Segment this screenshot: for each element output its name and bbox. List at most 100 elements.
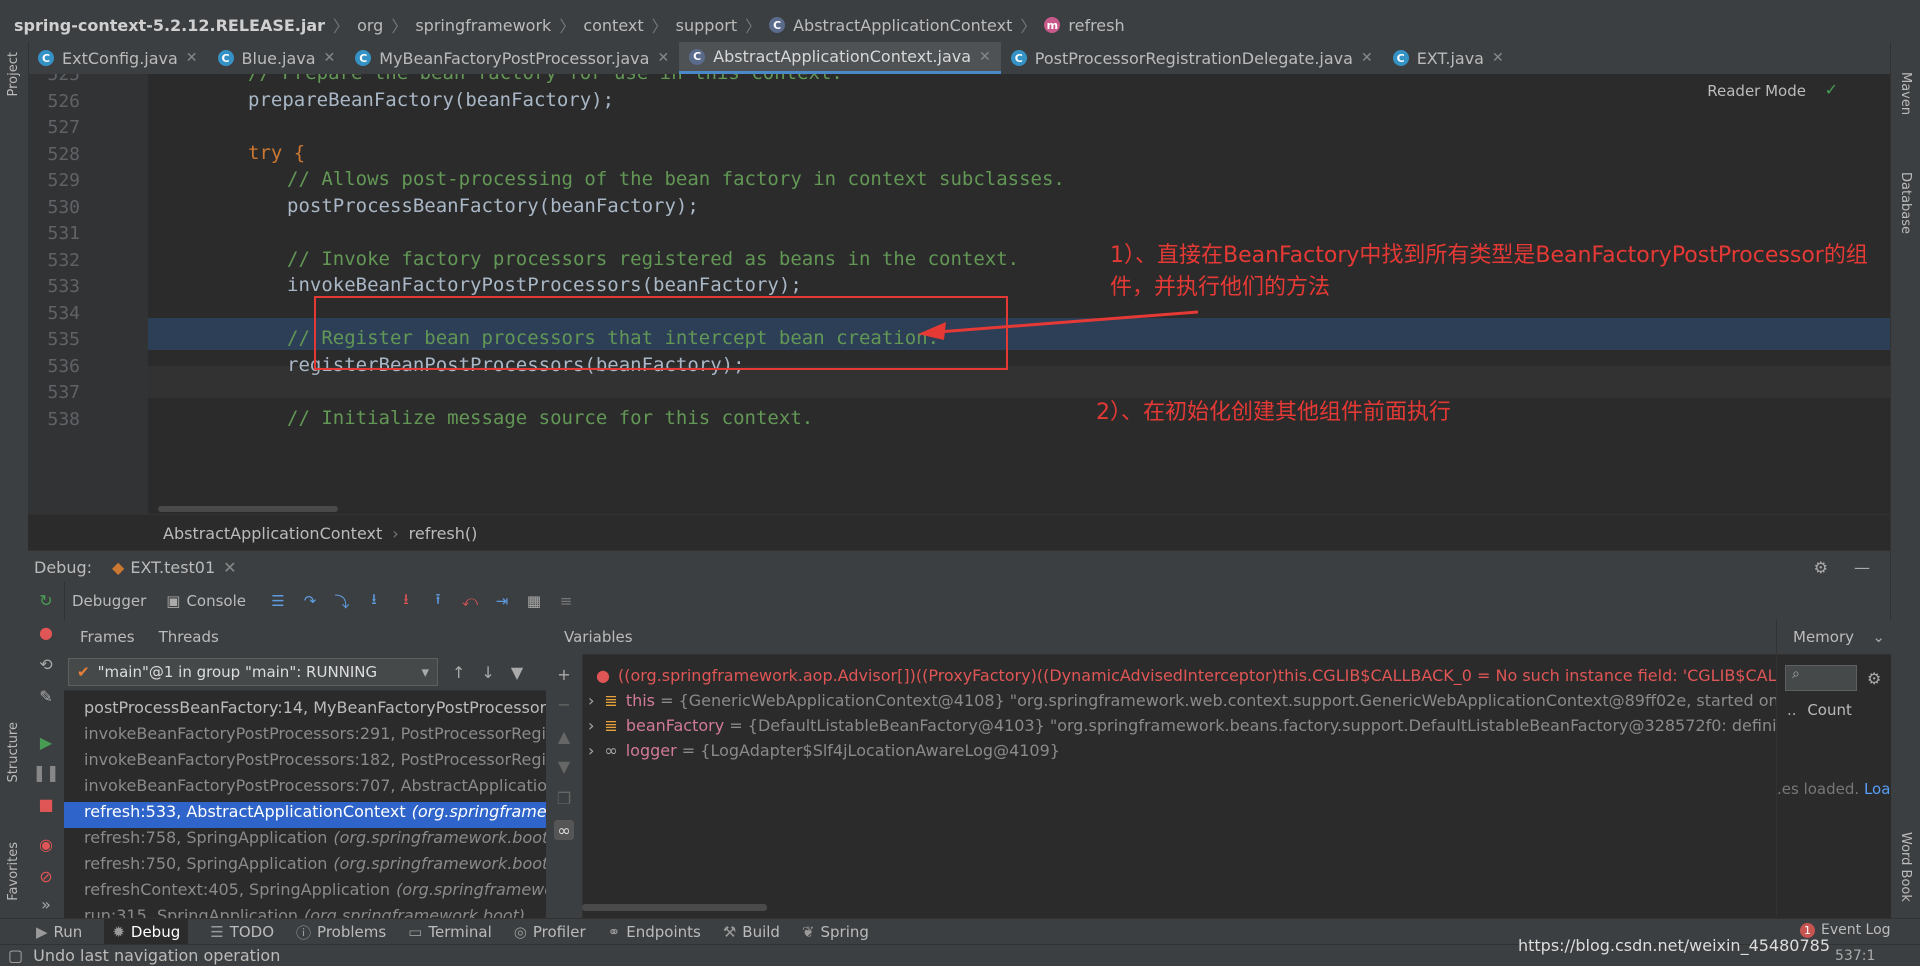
tool-window-terminal[interactable]: ▭ Terminal bbox=[408, 923, 492, 941]
variables-scrollbar[interactable] bbox=[582, 904, 767, 911]
drop-frame-icon[interactable]: ⤺ bbox=[461, 592, 479, 610]
breadcrumb-item[interactable]: context bbox=[583, 16, 643, 35]
stack-frame[interactable]: invokeBeanFactoryPostProcessors:291, Pos… bbox=[64, 724, 546, 750]
memory-search-input[interactable]: ⌕ bbox=[1785, 665, 1857, 691]
variable-row[interactable]: › ≣ beanFactory = {DefaultListableBeanFact… bbox=[588, 716, 1776, 740]
code-editor[interactable]: 525 526 527 528 529 530 531 532 533 534 535 536 537 5… bbox=[28, 74, 1890, 514]
code-line[interactable]: prepareBeanFactory(beanFactory); bbox=[248, 89, 614, 111]
wrench-icon[interactable]: ✎ bbox=[36, 686, 56, 706]
layout-toggle-icon[interactable]: ▢ bbox=[8, 946, 23, 965]
debug-session-tab[interactable]: EXT.test01 bbox=[130, 558, 215, 577]
stack-frame[interactable]: refresh:758, SpringApplication (org.sprin… bbox=[64, 828, 546, 854]
database-tool-button[interactable]: Database bbox=[1898, 172, 1913, 234]
inspection-ok-icon[interactable]: ✓ bbox=[1825, 80, 1838, 99]
expand-arrow-icon[interactable]: › bbox=[588, 716, 594, 735]
close-tab-icon[interactable]: ✕ bbox=[1492, 50, 1504, 66]
code-comment[interactable]: // Prepare the bean factory for use in t… bbox=[248, 74, 843, 84]
variable-row[interactable]: ● ((org.springframework.aop.Advisor[])((P… bbox=[596, 666, 1776, 690]
next-frame-icon[interactable]: ↓ bbox=[481, 663, 494, 682]
minimize-icon[interactable]: — bbox=[1854, 558, 1870, 577]
filter-icon[interactable]: ▼ bbox=[511, 663, 523, 682]
close-session-icon[interactable]: ✕ bbox=[223, 558, 236, 577]
tool-window-problems[interactable]: ⓘ Problems bbox=[296, 922, 386, 943]
thread-dropdown[interactable]: ✔ "main"@1 in group "main": RUNNING ▾ bbox=[68, 658, 438, 686]
tool-window-run[interactable]: ▶ Run bbox=[36, 923, 82, 941]
editor-tab[interactable]: C EXT.java ✕ bbox=[1383, 42, 1514, 74]
reader-mode-button[interactable]: Reader Mode bbox=[1707, 82, 1806, 100]
crumb-method[interactable]: refresh() bbox=[409, 524, 478, 543]
stack-frame[interactable]: invokeBeanFactoryPostProcessors:707, Abs… bbox=[64, 776, 546, 802]
view-breakpoints-icon[interactable]: ◉ bbox=[36, 834, 56, 854]
caret-position[interactable]: 537:1 bbox=[1835, 948, 1875, 964]
tool-window-todo[interactable]: ☰ TODO bbox=[210, 923, 274, 941]
editor-tab[interactable]: C Blue.java ✕ bbox=[208, 42, 346, 74]
maven-tool-button[interactable]: Maven bbox=[1898, 72, 1913, 115]
favorites-tool-button[interactable]: Favorites bbox=[6, 842, 21, 901]
structure-tool-button[interactable]: Structure bbox=[6, 722, 21, 782]
code-comment[interactable]: // Initialize message source for this co… bbox=[287, 407, 813, 429]
move-up-icon[interactable]: ▲ bbox=[554, 726, 574, 746]
code-line[interactable]: invokeBeanFactoryPostProcessors(beanFact… bbox=[287, 274, 802, 296]
editor-tab[interactable]: C MyBeanFactoryPostProcessor.java ✕ bbox=[345, 42, 679, 74]
close-tab-icon[interactable]: ✕ bbox=[324, 50, 336, 66]
horizontal-scrollbar[interactable] bbox=[158, 506, 338, 512]
breadcrumb-item[interactable]: springframework bbox=[415, 16, 551, 35]
stack-frame[interactable]: postProcessBeanFactory:14, MyBeanFactory… bbox=[64, 698, 546, 724]
trace-icon[interactable]: ≡ bbox=[557, 592, 575, 610]
add-watch-icon[interactable]: + bbox=[554, 664, 574, 684]
close-tab-icon[interactable]: ✕ bbox=[657, 50, 669, 66]
close-tab-icon[interactable]: ✕ bbox=[979, 49, 991, 65]
tool-window-debug[interactable]: ✹ Debug bbox=[104, 919, 189, 945]
copy-icon[interactable]: ❐ bbox=[554, 788, 574, 808]
console-tab[interactable]: Console bbox=[186, 592, 246, 610]
frames-tab[interactable]: Frames bbox=[80, 628, 135, 646]
variable-row[interactable]: › ≣ this = {GenericWebApplicationContext@4… bbox=[588, 691, 1776, 715]
step-over-icon[interactable]: ⤵ bbox=[333, 592, 351, 611]
evaluate-expression-icon[interactable]: ▦ bbox=[525, 592, 543, 610]
remove-watch-icon[interactable]: − bbox=[554, 694, 574, 714]
force-step-into-icon[interactable]: ⭳ bbox=[397, 590, 415, 610]
breadcrumb-item[interactable]: refresh bbox=[1068, 16, 1124, 35]
load-classes-link[interactable]: Load bbox=[1864, 780, 1891, 798]
count-column-header[interactable]: Count bbox=[1807, 701, 1852, 719]
expand-arrow-icon[interactable]: › bbox=[588, 741, 594, 760]
wordbook-tool-button[interactable]: Word Book bbox=[1898, 832, 1913, 902]
stack-frame[interactable]: refresh:533, AbstractApplicationContext (… bbox=[64, 802, 546, 828]
chevron-down-icon[interactable]: ⌄ bbox=[1872, 628, 1885, 646]
crumb-class[interactable]: AbstractApplicationContext bbox=[163, 524, 382, 543]
close-tab-icon[interactable]: ✕ bbox=[186, 50, 198, 66]
code-line[interactable]: try { bbox=[248, 142, 305, 164]
editor-tab[interactable]: C PostProcessorRegistrationDelegate.java ✕ bbox=[1001, 42, 1383, 74]
run-to-cursor-icon[interactable]: ⇥ bbox=[493, 592, 511, 610]
tool-window-profiler[interactable]: ◎ Profiler bbox=[514, 923, 586, 941]
close-tab-icon[interactable]: ✕ bbox=[1361, 50, 1373, 66]
code-comment[interactable]: // Allows post-processing of the bean fa… bbox=[287, 168, 1065, 190]
rerun-failed-icon[interactable]: ● bbox=[36, 622, 56, 642]
rerun-icon[interactable]: ↻ bbox=[36, 590, 56, 610]
stop-icon[interactable]: ■ bbox=[36, 794, 56, 814]
breadcrumb-item[interactable]: org bbox=[357, 16, 383, 35]
breadcrumb-item[interactable]: support bbox=[676, 16, 737, 35]
gear-icon[interactable]: ⚙ bbox=[1814, 558, 1828, 577]
mute-breakpoints-icon[interactable]: ⊘ bbox=[36, 866, 56, 886]
stack-frame[interactable]: invokeBeanFactoryPostProcessors:182, Pos… bbox=[64, 750, 546, 776]
resume-icon[interactable]: ▶ bbox=[36, 732, 56, 752]
tool-window-build[interactable]: ⚒ Build bbox=[723, 923, 780, 941]
show-execution-point-icon[interactable]: ↷ bbox=[301, 592, 319, 610]
show-watches-icon[interactable]: ∞ bbox=[554, 820, 574, 840]
layout-icon[interactable]: ☰ bbox=[269, 592, 287, 610]
more-icon[interactable]: » bbox=[36, 894, 56, 914]
stack-frame[interactable]: refresh:750, SpringApplication (org.sprin… bbox=[64, 854, 546, 880]
pause-icon[interactable]: ❚❚ bbox=[33, 762, 60, 782]
move-down-icon[interactable]: ▼ bbox=[554, 756, 574, 776]
stack-frame[interactable]: run:315, SpringApplication (org.springfra… bbox=[64, 906, 546, 918]
gear-icon[interactable]: ⚙ bbox=[1867, 669, 1881, 688]
restore-layout-icon[interactable]: ⟲ bbox=[36, 654, 56, 674]
code-comment[interactable]: // Invoke factory processors registered … bbox=[287, 248, 1019, 270]
debugger-tab[interactable]: Debugger bbox=[72, 592, 146, 610]
previous-frame-icon[interactable]: ↑ bbox=[452, 663, 465, 682]
breadcrumb-item[interactable]: AbstractApplicationContext bbox=[793, 16, 1012, 35]
editor-tab[interactable]: C ExtConfig.java ✕ bbox=[28, 42, 208, 74]
breadcrumb-item[interactable]: spring-context-5.2.12.RELEASE.jar bbox=[14, 16, 325, 35]
project-tool-button[interactable]: Project bbox=[6, 52, 21, 96]
